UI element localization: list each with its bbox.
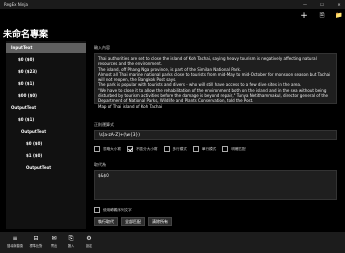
minimize-button[interactable]: — [301,0,309,9]
add-button[interactable]: + [298,10,310,22]
regex-input[interactable]: \s[a-zA-Z]+(\w{3}) [94,130,337,140]
maximize-button[interactable]: ☐ [318,0,326,9]
checkbox[interactable] [94,207,100,213]
replace-button[interactable]: 執行取代 [94,217,118,226]
checkbox-checked[interactable] [126,146,133,152]
pattern-tree[interactable]: InputText $0 ($0) $0 ($23) $0 ($1) $00 (… [6,41,86,229]
app-title: RegEx Ninja [4,2,28,7]
list-icon: ≡ [12,235,18,242]
search-replace-button[interactable]: ≡ 搜尋與替換 [6,234,24,248]
bottom-app-bar: ≡ 搜尋與替換 ⊟ 標準比對 ✉ 寄出 ⎘ 匯入 ⚙ 設定 [0,232,345,253]
document-title: 未命名專案 [3,30,49,40]
tree-node[interactable]: $1 ($0) [26,151,42,161]
send-button[interactable]: ✉ 寄出 [45,234,63,248]
bottom-label: 設定 [85,244,93,248]
option-ignore-case[interactable]: 忽略大小寫 [94,146,121,152]
option-case-insensitive[interactable]: 不區分大小寫 [126,146,158,152]
checkbox[interactable] [163,146,170,152]
option-multiline[interactable]: 多行模式 [163,146,187,152]
option-label: 明確匹配 [231,146,246,151]
tree-node[interactable]: InputText [6,43,86,53]
output-textarea[interactable]: $&$0 [94,170,337,200]
tree-node[interactable]: $0 ($23) [18,67,37,77]
command-bar: + 🗎 📁 [0,9,345,23]
settings-button[interactable]: ⚙ 設定 [80,234,98,248]
match-all-button[interactable]: 全部匹配 [121,217,145,226]
bottom-label: 標準比對 [29,244,43,248]
option-label: 使用轉義序列文字 [103,207,132,212]
regex-options: 忽略大小寫 不區分大小寫 多行模式 單行模式 明確匹配 [94,146,252,152]
folder-icon[interactable]: 📁 [333,10,345,22]
tree-node[interactable]: OutputText [21,127,46,137]
bottom-label: 搜尋與替換 [7,244,23,248]
bottom-label: 匯入 [67,244,75,248]
title-bar: RegEx Ninja — ☐ ✕ [0,0,345,9]
option-label: 多行模式 [172,146,187,151]
bottom-label: 寄出 [50,244,58,248]
escape-option[interactable]: 使用轉義序列文字 [94,207,138,213]
close-button[interactable]: ✕ [335,0,343,9]
mail-icon: ✉ [51,235,57,242]
option-explicit[interactable]: 明確匹配 [222,146,246,152]
output-label: 取代為 [94,162,106,167]
option-singleline[interactable]: 單行模式 [192,146,217,152]
clear-all-button[interactable]: 清除所有 [148,217,172,226]
input-textarea[interactable]: Thai authorities are set to close the is… [94,53,337,109]
option-label: 忽略大小寫 [103,146,121,151]
standard-match-button[interactable]: ⊟ 標準比對 [27,234,45,248]
tree-node[interactable]: $0 ($0) [18,55,34,65]
tree-node[interactable]: OutputText [26,163,51,173]
import-icon: ⎘ [68,235,74,242]
tree-node[interactable]: $0 ($0) [26,139,42,149]
document-icon[interactable]: 🗎 [316,10,328,22]
checkbox[interactable] [222,146,229,152]
window-controls: — ☐ ✕ [301,0,343,9]
checkbox[interactable] [94,146,100,152]
tree-node[interactable]: $0 ($1) [18,115,34,125]
tree-node[interactable]: $00 ($0) [18,91,37,101]
gear-icon: ⚙ [86,235,92,242]
import-button[interactable]: ⎘ 匯入 [62,234,80,248]
checkbox[interactable] [192,146,199,152]
option-label: 不區分大小寫 [135,146,158,151]
input-label: 輸入內容 [94,45,110,50]
option-label: 單行模式 [201,146,217,151]
tree-node[interactable]: $0 ($1) [18,79,34,89]
match-icon: ⊟ [33,235,39,242]
tree-node[interactable]: OutputText [11,103,36,113]
regex-label: 正則運算式 [94,122,114,127]
action-buttons: 執行取代 全部匹配 清除所有 [94,217,172,226]
